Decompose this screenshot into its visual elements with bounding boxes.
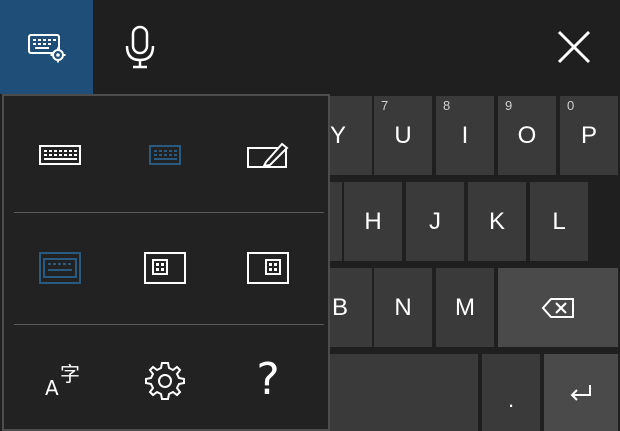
settings-gear-icon <box>145 362 185 400</box>
full-keyboard-option[interactable] <box>20 120 100 190</box>
undock-left-icon <box>144 252 186 284</box>
language-option[interactable]: A 字 <box>24 344 104 414</box>
key-label: H <box>364 207 382 235</box>
key-label: J <box>429 207 441 235</box>
key-label: U <box>394 121 412 149</box>
microphone-icon <box>125 25 154 69</box>
keyboard-settings-option[interactable] <box>125 346 205 416</box>
key-n[interactable]: N <box>374 268 432 347</box>
docked-keyboard-icon <box>39 252 81 284</box>
backspace-icon <box>541 297 574 318</box>
key-label: O <box>517 121 537 149</box>
key-label: . <box>507 387 515 412</box>
key-p[interactable]: 0 P <box>560 96 618 175</box>
key-o[interactable]: 9 O <box>498 96 556 175</box>
panel-divider <box>14 324 324 325</box>
svg-text:A: A <box>45 376 59 399</box>
key-label: I <box>461 121 469 149</box>
undock-left-option[interactable] <box>125 233 205 303</box>
keyboard-top-bar <box>0 0 620 94</box>
enter-icon-wrap <box>544 354 618 431</box>
key-label: N <box>394 293 412 321</box>
key-k[interactable]: K <box>468 182 526 261</box>
docked-keyboard-option[interactable] <box>20 233 100 303</box>
panel-divider <box>14 212 324 213</box>
key-h[interactable]: H <box>344 182 402 261</box>
key-label: L <box>552 207 566 235</box>
undock-right-option[interactable] <box>228 233 308 303</box>
key-label: M <box>455 293 475 321</box>
small-keyboard-icon <box>149 145 181 165</box>
undock-right-icon <box>247 252 289 284</box>
keyboard-settings-button[interactable] <box>0 0 93 94</box>
period-key[interactable]: . <box>482 354 540 431</box>
handwriting-option[interactable] <box>228 120 308 190</box>
language-icon: A 字 <box>45 362 80 399</box>
key-i[interactable]: 8 I <box>436 96 494 175</box>
help-icon: ? <box>256 353 280 405</box>
backspace-icon-wrap <box>498 268 618 347</box>
space-key[interactable] <box>312 354 478 431</box>
key-label: K <box>488 207 505 235</box>
key-m[interactable]: M <box>436 268 494 347</box>
key-j[interactable]: J <box>406 182 464 261</box>
enter-key[interactable] <box>544 354 618 431</box>
close-keyboard-button[interactable] <box>527 0 620 94</box>
svg-text:字: 字 <box>60 362 80 386</box>
close-icon <box>557 30 590 64</box>
handwriting-icon <box>247 142 289 168</box>
backspace-key[interactable] <box>498 268 618 347</box>
dictation-button[interactable] <box>93 0 186 94</box>
key-label: P <box>580 121 597 149</box>
keyboard-layout-panel: A 字 ? <box>2 94 330 431</box>
small-keyboard-option[interactable] <box>125 120 205 190</box>
keyboard-settings-icon <box>27 34 65 63</box>
full-keyboard-icon <box>39 145 81 165</box>
key-l[interactable]: L <box>530 182 588 261</box>
enter-icon <box>570 384 591 401</box>
key-u[interactable]: 7 U <box>374 96 432 175</box>
help-option[interactable]: ? <box>228 344 308 414</box>
